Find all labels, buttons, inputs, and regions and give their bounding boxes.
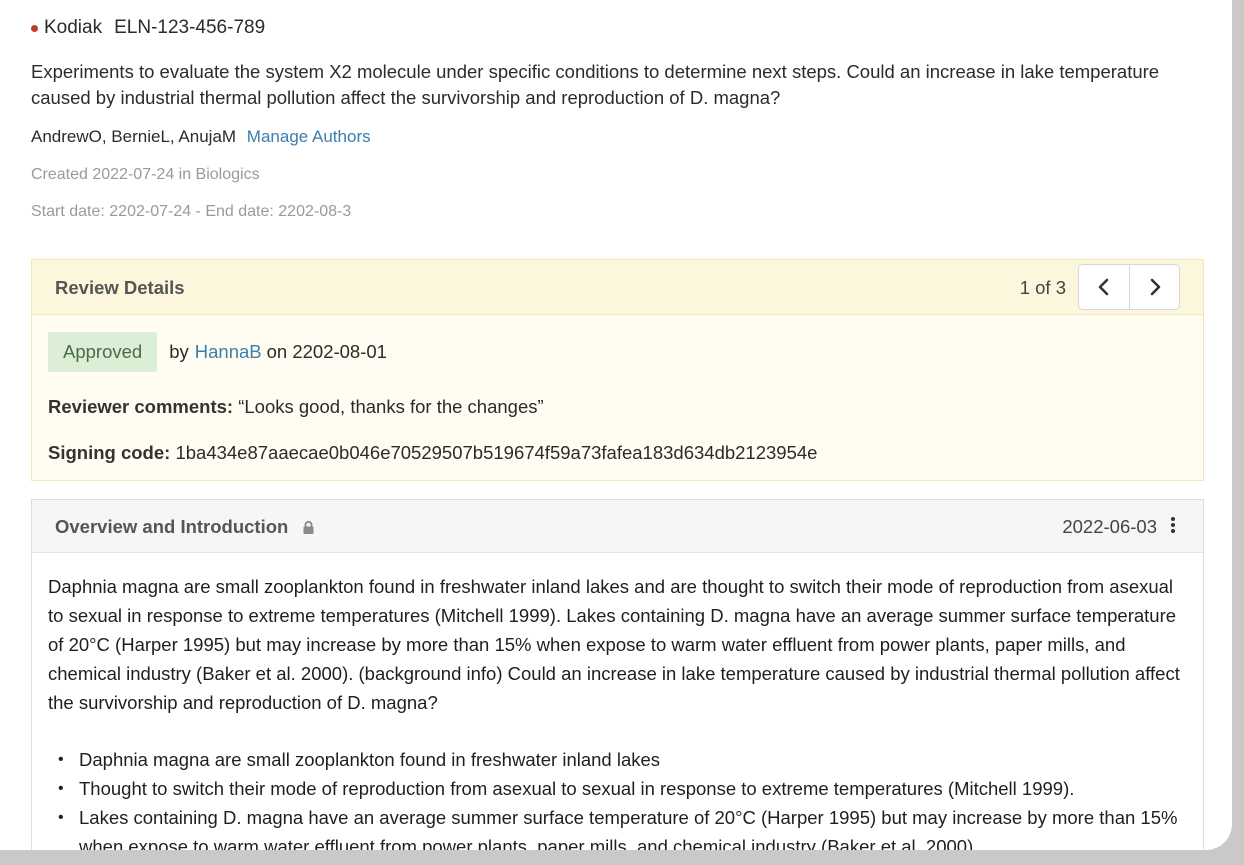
experiment-id: ELN-123-456-789	[114, 17, 266, 38]
section-title-text: Overview and Introduction	[55, 516, 289, 537]
review-date: on 2202-08-01	[266, 341, 387, 362]
next-review-button[interactable]	[1129, 265, 1179, 309]
section-header: Overview and Introduction 2022-06-03	[32, 500, 1203, 553]
chevron-left-icon	[1098, 278, 1109, 296]
authors-list: AndrewO, BernieL, AnujaM	[31, 127, 237, 146]
approved-badge: Approved	[48, 332, 158, 372]
section-paragraph: Daphnia magna are small zooplankton foun…	[48, 576, 1180, 713]
list-item: Daphnia magna are small zooplankton foun…	[48, 745, 1198, 774]
list-item: Thought to switch their mode of reproduc…	[48, 774, 1198, 803]
experiment-card: Kodiak ELN-123-456-789 Experiments to ev…	[0, 0, 1232, 850]
section-date: 2022-06-03	[1062, 516, 1157, 537]
by-label: by	[169, 341, 189, 362]
section-title: Overview and Introduction	[55, 516, 315, 538]
review-details-panel: Review Details 1 of 3 Approved by HannaB	[31, 259, 1204, 481]
kebab-menu-icon[interactable]	[1169, 517, 1177, 537]
section-bullet-list: Daphnia magna are small zooplankton foun…	[48, 745, 1198, 850]
reviewer-comments: Reviewer comments: “Looks good, thanks f…	[48, 396, 544, 418]
reviewer-comments-text: “Looks good, thanks for the changes”	[238, 396, 544, 417]
review-title: Review Details	[55, 277, 185, 298]
signing-code: Signing code: 1ba434e87aaecae0b046e70529…	[48, 442, 817, 464]
review-status-line: Approved by HannaB on 2202-08-01	[48, 332, 392, 372]
signing-code-value: 1ba434e87aaecae0b046e70529507b519674f59a…	[175, 442, 818, 463]
review-header: Review Details 1 of 3	[32, 260, 1203, 315]
review-nav-group	[1078, 264, 1180, 310]
created-info: Created 2022-07-24 in Biologics	[31, 166, 260, 183]
status-dot-icon	[31, 24, 38, 32]
previous-review-button[interactable]	[1079, 265, 1129, 309]
signing-code-label: Signing code:	[48, 442, 171, 463]
manage-authors-link[interactable]: Manage Authors	[247, 127, 371, 146]
lock-icon	[302, 520, 315, 535]
date-range: Start date: 2202-07-24 - End date: 2202-…	[31, 203, 352, 220]
review-pager: 1 of 3	[1019, 277, 1066, 298]
reviewer-comments-label: Reviewer comments:	[48, 396, 234, 417]
experiment-id-line: Kodiak ELN-123-456-789	[31, 17, 265, 39]
chevron-right-icon	[1150, 278, 1160, 296]
experiment-description: Experiments to evaluate the system X2 mo…	[31, 61, 1160, 108]
list-item: Lakes containing D. magna have an averag…	[48, 803, 1198, 850]
project-name: Kodiak	[44, 17, 103, 38]
reviewer-link[interactable]: HannaB	[195, 341, 262, 363]
authors-line: AndrewO, BernieL, AnujaM Manage Authors	[31, 127, 371, 147]
overview-section: Overview and Introduction 2022-06-03 Dap…	[31, 499, 1204, 850]
